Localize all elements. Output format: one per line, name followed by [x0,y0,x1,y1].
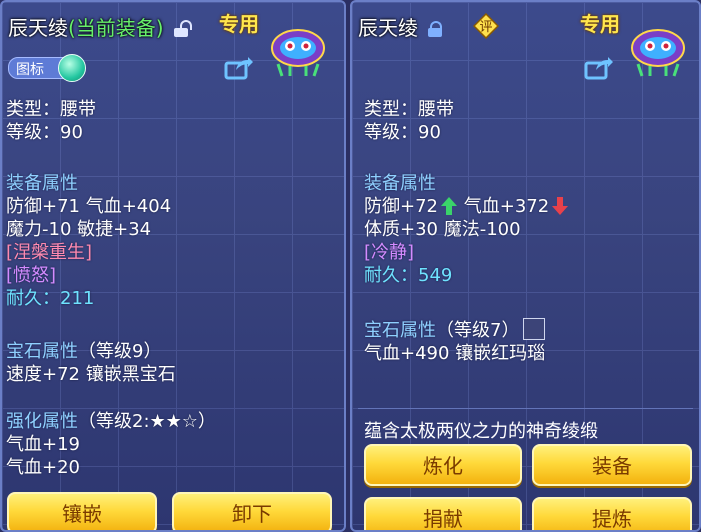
refine-button[interactable]: 炼化 [364,444,522,486]
equip-attr-title: 装备属性 [364,173,436,194]
equip-attr-title: 装备属性 [6,173,78,194]
left-attr-block: 装备属性 防御+71 气血+404 魔力-10 敏捷+34 [涅槃重生] [愤怒… [6,172,171,310]
durability: 耐久：549 [364,265,453,286]
item-description: 蕴含太极两仪之力的神奇绫缎 [364,421,598,442]
arrow-down-icon [552,197,569,215]
gem-icon[interactable] [523,318,546,340]
attr-line-1: 防御+71 气血+404 [6,196,172,217]
special-effect: [涅槃重生] [6,242,93,263]
gem-attr-title: 宝石属性 [364,320,436,341]
left-info-block: 类型：腰带 等级：90 [6,98,96,144]
mask-icon [271,29,325,77]
divider [358,408,693,409]
compare-equipment-panel: 辰天绫 评 专用 类型：腰带 等级：90 装备属性 防御+72 气血+372 体… [350,0,701,532]
durability: 耐久：211 [6,288,95,309]
gem-line: 速度+72 镶嵌黑宝石 [6,364,176,385]
mask-icon [631,29,685,77]
special-effect: [冷静] [364,242,415,263]
gem-level: （等级9） [78,341,162,362]
icon-toggle-label: 图标 [16,62,44,78]
forge-line-1: 气血+19 [6,434,80,455]
current-equipment-panel: 辰天绫(当前装备) 专用 图标 类型：腰带 等级：90 装备属性 防御+71 气… [0,0,346,532]
share-icon[interactable] [224,56,254,80]
share-icon[interactable] [584,56,614,80]
attr-hp: 气血+372 [463,196,550,217]
gem-attr-title: 宝石属性 [6,341,78,362]
level-line: 等级：90 [364,122,441,143]
attr-line-2: 魔力-10 敏捷+34 [6,219,152,240]
right-item-title: 辰天绫 [358,12,443,41]
type-line: 类型：腰带 [6,99,96,120]
donate-button[interactable]: 捐献 [364,497,522,530]
rating-icon[interactable]: 评 [473,13,499,39]
lock-icon[interactable] [428,21,443,37]
extract-button[interactable]: 提炼 [532,497,692,530]
special-skill: [愤怒] [6,265,57,286]
forge-level: （等级2:★★☆） [78,411,216,432]
left-item-title: 辰天绫(当前装备) [8,12,192,41]
unequip-button[interactable]: 卸下 [172,492,332,530]
exclusive-label: 专用 [580,12,620,36]
gem-level: （等级7） [436,320,520,341]
unlock-icon[interactable] [173,20,192,37]
equipped-label: (当前装备) [68,16,164,40]
left-forge-block: 强化属性（等级2:★★☆） 气血+19 气血+20 [6,410,216,479]
forge-attr-title: 强化属性 [6,411,78,432]
inlay-button[interactable]: 镶嵌 [7,492,157,530]
exclusive-label: 专用 [219,12,259,36]
gem-line: 气血+490 镶嵌红玛瑙 [364,343,546,364]
icon-toggle[interactable]: 图标 [8,54,86,82]
equip-button[interactable]: 装备 [532,444,692,486]
forge-line-2: 气血+20 [6,457,80,478]
rating-label: 评 [479,20,492,35]
item-name: 辰天绫 [358,16,418,40]
level-line: 等级：90 [6,122,83,143]
item-name: 辰天绫 [8,16,68,40]
type-line: 类型：腰带 [364,99,454,120]
attr-defense: 防御+72 [364,196,438,217]
attr-line-2: 体质+30 魔法-100 [364,219,521,240]
right-gem-block: 宝石属性（等级7） 气血+490 镶嵌红玛瑙 [364,318,546,365]
arrow-up-icon [441,197,457,215]
left-gem-block: 宝石属性（等级9） 速度+72 镶嵌黑宝石 [6,340,176,386]
right-attr-block: 装备属性 防御+72 气血+372 体质+30 魔法-100 [冷静] 耐久：5… [364,172,569,287]
toggle-knob[interactable] [58,54,86,82]
right-info-block: 类型：腰带 等级：90 [364,98,454,144]
